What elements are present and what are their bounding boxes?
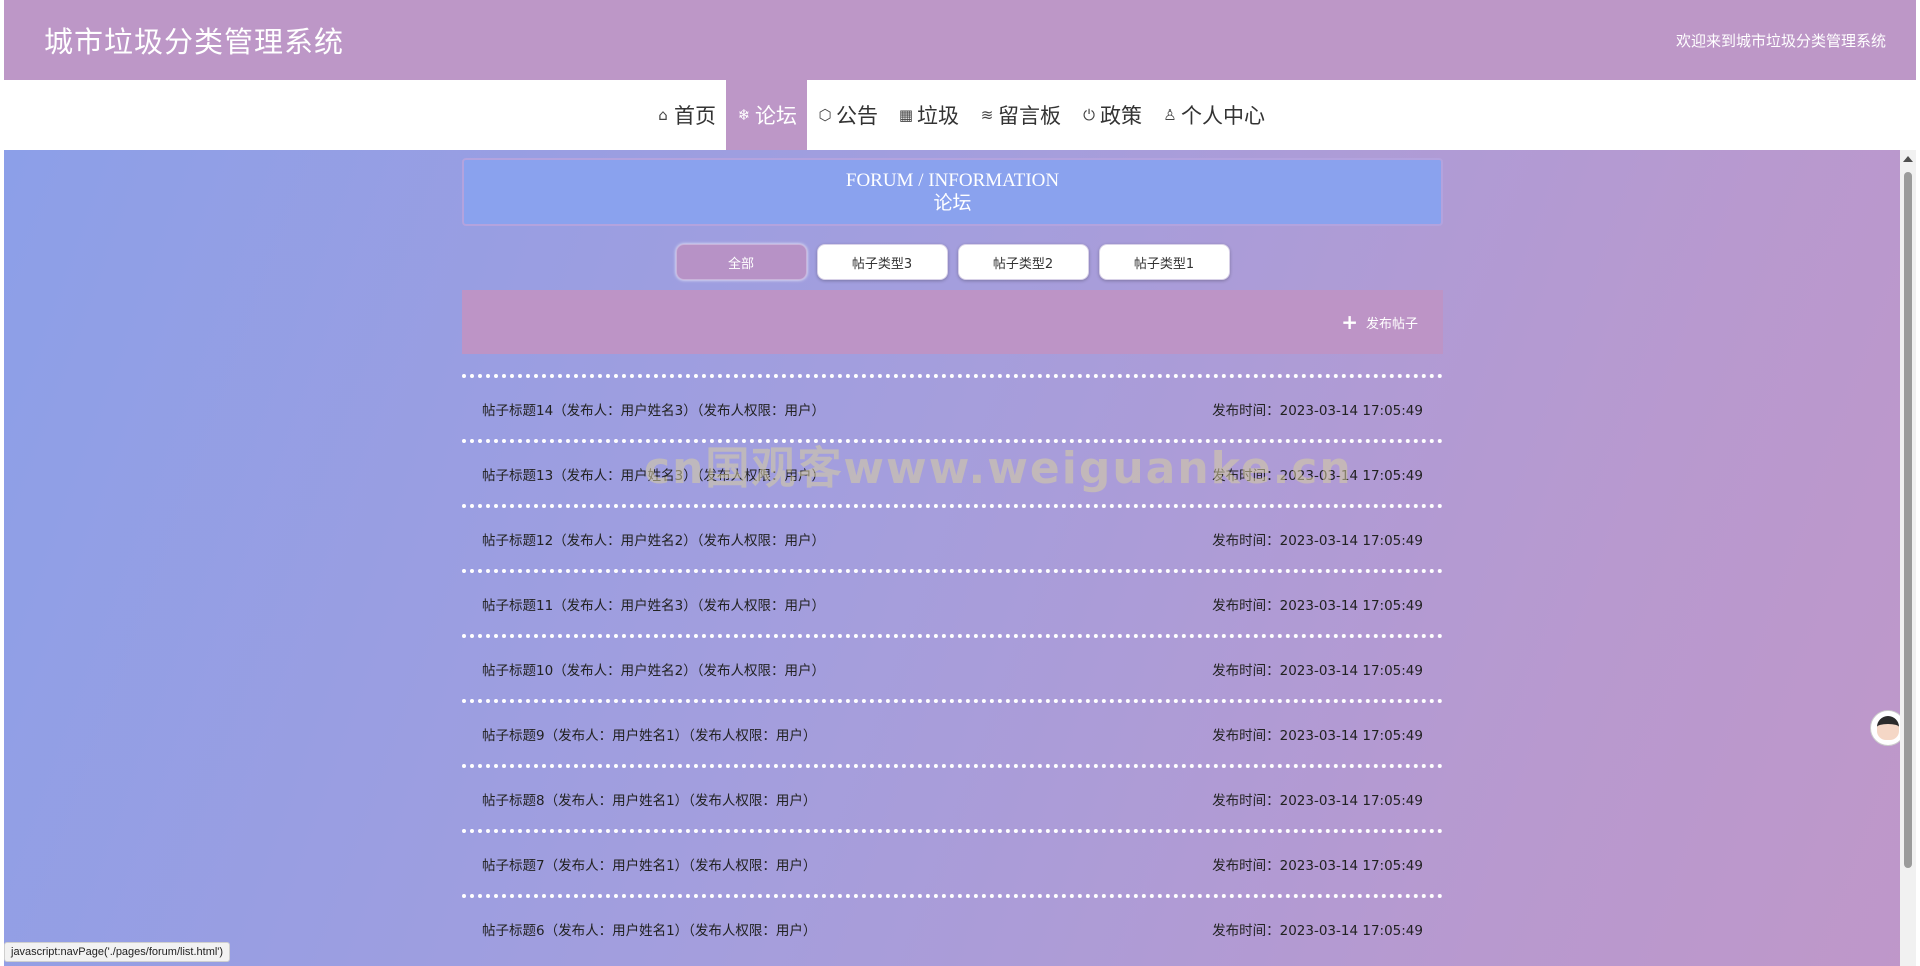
post-title: 帖子标题8（发布人：用户姓名1）（发布人权限：用户） [482, 792, 817, 809]
scroll-up-icon[interactable] [1903, 156, 1913, 162]
post-title: 帖子标题6（发布人：用户姓名1）（发布人权限：用户） [482, 922, 817, 939]
category-filters: 全部 帖子类型3 帖子类型2 帖子类型1 [462, 244, 1443, 280]
post-time: 发布时间：2023-03-14 17:05:49 [1212, 402, 1423, 419]
post-title: 帖子标题13（发布人：用户姓名3）（发布人权限：用户） [482, 467, 826, 484]
site-title: 城市垃圾分类管理系统 [44, 25, 345, 59]
post-row[interactable]: 帖子标题12（发布人：用户姓名2）（发布人权限：用户） 发布时间：2023-03-… [462, 504, 1443, 569]
post-title: 帖子标题9（发布人：用户姓名1）（发布人权限：用户） [482, 727, 817, 744]
post-row[interactable]: 帖子标题6（发布人：用户姓名1）（发布人权限：用户） 发布时间：2023-03-1… [462, 894, 1443, 959]
nav-item-label: 论坛 [755, 104, 797, 128]
scrollbar-thumb[interactable] [1904, 172, 1912, 868]
post-time: 发布时间：2023-03-14 17:05:49 [1212, 727, 1423, 744]
nav-item-label: 垃圾 [917, 104, 959, 128]
filter-type1-button[interactable]: 帖子类型1 [1098, 244, 1230, 280]
nav-item-label: 留言板 [998, 104, 1061, 128]
nav-item-1[interactable]: ❄ 论坛 [726, 80, 807, 150]
snowflake-icon: ❄ [737, 106, 751, 124]
welcome-text: 欢迎来到城市垃圾分类管理系统 [1675, 31, 1886, 50]
nav-item-6[interactable]: ♙ 个人中心 [1152, 80, 1275, 150]
grid-icon: ▦ [898, 106, 914, 124]
post-list: 帖子标题14（发布人：用户姓名3）（发布人权限：用户） 发布时间：2023-03-… [462, 374, 1443, 959]
nav-item-label: 个人中心 [1181, 104, 1265, 128]
post-time: 发布时间：2023-03-14 17:05:49 [1212, 532, 1423, 549]
nav-item-2[interactable]: ⬡ 公告 [807, 80, 888, 150]
post-row[interactable]: 帖子标题9（发布人：用户姓名1）（发布人权限：用户） 发布时间：2023-03-1… [462, 699, 1443, 764]
forum-container: FORUM / INFORMATION 论坛 全部 帖子类型3 帖子类型2 帖子… [462, 150, 1443, 959]
nav-item-label: 公告 [836, 104, 878, 128]
nav-item-0[interactable]: ⌂ 首页 [645, 80, 726, 150]
banner-title-cn: 论坛 [933, 193, 972, 214]
nav-item-label: 首页 [674, 104, 716, 128]
app-frame: 城市垃圾分类管理系统 欢迎来到城市垃圾分类管理系统 ⌂ 首页 ❄ 论坛 ⬡ 公告 ▦ 垃圾 ≋ 留… [4, 0, 1916, 966]
filter-type3-button[interactable]: 帖子类型3 [816, 244, 948, 280]
nav-item-label: 政策 [1100, 104, 1142, 128]
plus-icon: + [1341, 310, 1358, 334]
post-title: 帖子标题7（发布人：用户姓名1）（发布人权限：用户） [482, 857, 817, 874]
main-nav: ⌂ 首页 ❄ 论坛 ⬡ 公告 ▦ 垃圾 ≋ 留言板 ⏻ 政策 ♙ 个人中心 [4, 80, 1916, 150]
post-time: 发布时间：2023-03-14 17:05:49 [1212, 792, 1423, 809]
post-row[interactable]: 帖子标题8（发布人：用户姓名1）（发布人权限：用户） 发布时间：2023-03-1… [462, 764, 1443, 829]
cube-icon: ⬡ [818, 106, 832, 124]
post-row[interactable]: 帖子标题7（发布人：用户姓名1）（发布人权限：用户） 发布时间：2023-03-1… [462, 829, 1443, 894]
publish-bar: + 发布帖子 [462, 290, 1443, 354]
filter-type2-button[interactable]: 帖子类型2 [957, 244, 1089, 280]
post-row[interactable]: 帖子标题10（发布人：用户姓名2）（发布人权限：用户） 发布时间：2023-03-… [462, 634, 1443, 699]
post-title: 帖子标题10（发布人：用户姓名2）（发布人权限：用户） [482, 662, 826, 679]
post-time: 发布时间：2023-03-14 17:05:49 [1212, 922, 1423, 939]
post-title: 帖子标题11（发布人：用户姓名3）（发布人权限：用户） [482, 597, 826, 614]
home-icon: ⌂ [658, 106, 668, 124]
post-row[interactable]: 帖子标题11（发布人：用户姓名3）（发布人权限：用户） 发布时间：2023-03-… [462, 569, 1443, 634]
publish-post-button[interactable]: + 发布帖子 [1341, 312, 1418, 332]
nav-item-5[interactable]: ⏻ 政策 [1071, 80, 1152, 150]
post-time: 发布时间：2023-03-14 17:05:49 [1212, 467, 1423, 484]
scrollbar[interactable] [1900, 150, 1916, 966]
publish-post-label: 发布帖子 [1365, 316, 1418, 332]
post-title: 帖子标题14（发布人：用户姓名3）（发布人权限：用户） [482, 402, 826, 419]
post-time: 发布时间：2023-03-14 17:05:49 [1212, 597, 1423, 614]
avatar-face-icon [1877, 716, 1899, 740]
power-icon: ⏻ [1083, 106, 1095, 124]
forum-banner: FORUM / INFORMATION 论坛 [462, 158, 1443, 226]
post-time: 发布时间：2023-03-14 17:05:49 [1212, 857, 1423, 874]
post-row[interactable]: 帖子标题13（发布人：用户姓名3）（发布人权限：用户） 发布时间：2023-03-… [462, 439, 1443, 504]
post-title: 帖子标题12（发布人：用户姓名2）（发布人权限：用户） [482, 532, 826, 549]
post-time: 发布时间：2023-03-14 17:05:49 [1212, 662, 1423, 679]
user-icon: ♙ [1163, 106, 1177, 124]
layers-icon: ≋ [980, 106, 994, 124]
nav-item-4[interactable]: ≋ 留言板 [969, 80, 1071, 150]
banner-title-en: FORUM / INFORMATION [845, 170, 1060, 191]
filter-all-button[interactable]: 全部 [675, 244, 807, 280]
post-row[interactable]: 帖子标题14（发布人：用户姓名3）（发布人权限：用户） 发布时间：2023-03-… [462, 374, 1443, 439]
nav-item-3[interactable]: ▦ 垃圾 [888, 80, 969, 150]
forum-page: FORUM / INFORMATION 论坛 全部 帖子类型3 帖子类型2 帖子… [4, 150, 1916, 966]
status-bar-url: javascript:navPage('./pages/forum/list.h… [4, 942, 231, 962]
header: 城市垃圾分类管理系统 欢迎来到城市垃圾分类管理系统 [4, 0, 1916, 80]
